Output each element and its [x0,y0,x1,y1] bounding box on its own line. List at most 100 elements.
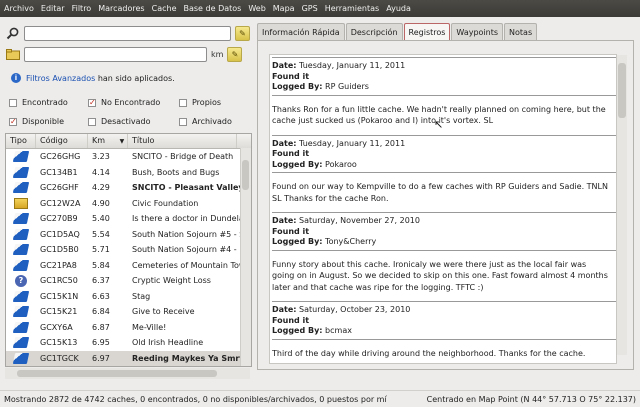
log-text: Found on our way to Kempville to do a fe… [272,182,608,203]
table-row[interactable]: GC1TGCK 6.97 Reeding Maykes Ya Smrt #2 [6,350,251,366]
table-row[interactable]: GC26GHF 4.29 SNCITO - Pleasant Valley P... [6,180,251,196]
table-row[interactable]: GCXY6A 6.87 Me-Ville! [6,320,251,336]
checkbox-checked[interactable]: ✓ [9,117,17,126]
location-row: km ✎ [5,47,243,62]
log-list[interactable]: Date: Tuesday, January 11, 2011 Found it L… [269,54,617,364]
folder-icon[interactable] [5,47,20,62]
location-input[interactable] [24,47,207,62]
search-icon[interactable] [5,26,20,41]
menu-filtro[interactable]: Filtro [72,4,92,13]
filter-propios[interactable]: Propios [179,98,221,107]
column-tipo[interactable]: Tipo [6,134,36,148]
scroll-thumb[interactable] [242,160,249,190]
menu-web[interactable]: Web [248,4,265,13]
km-cell: 6.63 [92,291,110,301]
cache-list[interactable]: Tipo Código Km ▼ Título GC26GHG 3.23 SNCIT… [5,133,252,367]
logs-scroll-thumb[interactable] [618,63,626,118]
menu-herramientas[interactable]: Herramientas [325,4,380,13]
menu-editar[interactable]: Editar [41,4,65,13]
table-row[interactable]: ? GC1RC50 6.37 Cryptic Weight Loss [6,273,251,289]
menu-marcadores[interactable]: Marcadores [98,4,144,13]
type-cell [6,182,36,194]
title-cell: Me-Ville! [132,322,167,332]
traditional-cache-icon [12,352,30,364]
code-cell: GC26GHG [40,152,81,162]
km-cell: 6.84 [92,307,110,317]
log-text: Third of the day while driving around th… [272,348,586,358]
tab-descripci-n[interactable]: Descripción [345,23,403,40]
column-km-label: Km [92,136,106,145]
title-cell: Reeding Maykes Ya Smrt #2 [132,353,240,363]
type-cell [6,197,36,209]
km-cell: 4.90 [92,198,110,208]
table-row[interactable]: GC1D5AQ 5.54 South Nation Sojourn #5 - Sc [6,227,251,243]
checkbox-checked[interactable]: ✓ [88,98,96,107]
log-date-label: Date: [272,216,297,225]
tab-informaci-n-r-pida[interactable]: Información Rápida [257,23,345,40]
filter-archivado[interactable]: Archivado [179,117,232,126]
km-cell: 3.23 [92,152,110,162]
table-row[interactable]: GC134B1 4.14 Bush, Boots and Bugs [6,165,251,181]
table-row[interactable]: GC15K13 6.95 Old Irish Headline [6,335,251,351]
log-date-label: Date: [272,61,297,70]
list-hscrollbar[interactable] [5,368,250,379]
search-input[interactable] [24,26,231,41]
checkbox[interactable] [88,117,96,126]
tab-notas[interactable]: Notas [504,23,538,40]
advanced-filters-link[interactable]: Filtros Avanzados [26,74,95,83]
menu-ayuda[interactable]: Ayuda [386,4,411,13]
column-codigo[interactable]: Código [36,134,88,148]
km-cell: 4.14 [92,167,110,177]
log-status: Found it [272,316,616,327]
title-cell: Cemeteries of Mountain Town [132,260,240,270]
log-date-line: Date: Saturday, October 23, 2010 [272,305,616,316]
log-separator [272,249,616,251]
menu-archivo[interactable]: Archivo [4,4,34,13]
traditional-cache-icon [12,151,30,163]
table-row[interactable]: GC26GHG 3.23 SNCITO - Bridge of Death [6,149,251,165]
code-cell: GC134B1 [40,167,78,177]
table-row[interactable]: GC21PA8 5.84 Cemeteries of Mountain Town [6,258,251,274]
filter-no-encontrado[interactable]: ✓ No Encontrado [88,98,160,107]
table-row[interactable]: GC15K21 6.84 Give to Receive [6,304,251,320]
log-date-label: Date: [272,138,297,148]
checkbox[interactable] [179,98,187,107]
filter-encontrado[interactable]: Encontrado [9,98,68,107]
location-tool-button[interactable]: ✎ [227,47,243,62]
traditional-cache-icon [12,321,30,333]
title-cell: Bush, Boots and Bugs [132,167,220,177]
filter-disponible[interactable]: ✓ Disponible [9,117,64,126]
checkbox[interactable] [179,117,187,126]
logs-scrollbar[interactable] [617,55,627,355]
column-titulo[interactable]: Título [128,134,237,148]
list-scrollbar[interactable] [240,148,251,366]
code-cell: GC1D5B0 [40,245,79,255]
type-cell [6,213,36,225]
menu-bar: Archivo Editar Filtro Marcadores Cache Base d… [0,0,640,17]
filter-desactivado[interactable]: Desactivado [88,117,151,126]
code-cell: GC1TGCK [40,353,79,363]
tab-waypoints[interactable]: Waypoints [451,23,504,40]
table-row[interactable]: GC12W2A 4.90 Civic Foundation [6,196,251,212]
log-author-label: Logged By: [272,159,323,169]
menu-gps[interactable]: GPS [302,4,318,13]
search-tool-button[interactable]: ✎ [235,26,250,41]
type-cell [6,306,36,318]
log-date: Tuesday, January 11, 2011 [299,138,406,148]
hscroll-thumb[interactable] [17,370,217,377]
menu-mapa[interactable]: Mapa [273,4,295,13]
menu-base-de-datos[interactable]: Base de Datos [184,4,242,13]
log-separator [272,94,616,96]
checkbox[interactable] [9,98,17,107]
column-km[interactable]: Km ▼ [88,134,128,148]
log-author: RP Guiders [325,82,369,91]
table-row[interactable]: GC270B9 5.40 Is there a doctor in Dundela? [6,211,251,227]
tab-registros[interactable]: Registros [403,23,451,40]
menu-cache[interactable]: Cache [152,4,177,13]
km-cell: 5.71 [92,245,110,255]
code-cell: GCXY6A [40,322,73,332]
type-cell [6,259,36,271]
traditional-cache-icon [12,244,30,256]
table-row[interactable]: GC1D5B0 5.71 South Nation Sojourn #4 - Ba [6,242,251,258]
table-row[interactable]: GC15K1N 6.63 Stag [6,289,251,305]
